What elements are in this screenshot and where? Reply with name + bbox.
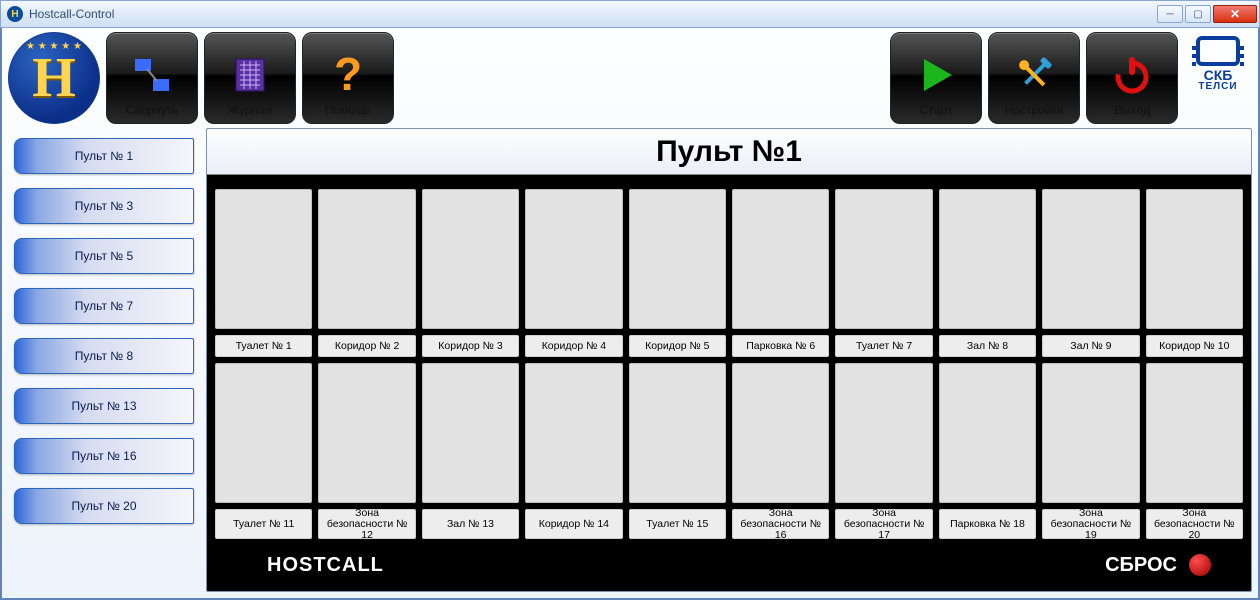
panel-footer: HOSTCALL СБРОС — [207, 545, 1251, 591]
zone-cell[interactable] — [318, 189, 415, 329]
zone-cell[interactable] — [835, 363, 932, 503]
footer-brand: HOSTCALL — [267, 554, 384, 577]
main-frame: ★ ★ ★ ★ ★ H Свернуть — [0, 28, 1260, 600]
zone-label: Зал № 13 — [422, 509, 519, 539]
reset-label: СБРОС — [1105, 554, 1177, 577]
status-led-icon — [1189, 554, 1211, 576]
zone-label: Зона безопасности № 17 — [835, 509, 932, 539]
journal-button[interactable]: Журнал — [204, 32, 296, 124]
help-label: Помощь — [303, 103, 393, 119]
brand-sub: ТЕЛСИ — [1198, 82, 1237, 92]
window-title: Hostcall-Control — [29, 7, 114, 21]
zone-cell[interactable] — [939, 363, 1036, 503]
sidebar-item-pult-7[interactable]: Пульт № 7 — [14, 288, 194, 324]
zone-label: Туалет № 7 — [835, 335, 932, 357]
zone-cell[interactable] — [629, 189, 726, 329]
app-icon: H — [7, 6, 23, 22]
app-logo: ★ ★ ★ ★ ★ H — [8, 32, 100, 124]
journal-label: Журнал — [205, 103, 295, 119]
zone-label: Парковка № 6 — [732, 335, 829, 357]
zone-cell[interactable] — [835, 189, 932, 329]
zone-label: Туалет № 1 — [215, 335, 312, 357]
zone-label: Туалет № 15 — [629, 509, 726, 539]
start-button[interactable]: Старт — [890, 32, 982, 124]
zone-cell[interactable] — [1146, 189, 1243, 329]
zone-cell[interactable] — [629, 363, 726, 503]
zone-label: Зона безопасности № 12 — [318, 509, 415, 539]
zone-label: Коридор № 10 — [1146, 335, 1243, 357]
zone-label: Зона безопасности № 16 — [732, 509, 829, 539]
sidebar-item-pult-8[interactable]: Пульт № 8 — [14, 338, 194, 374]
sidebar-item-pult-16[interactable]: Пульт № 16 — [14, 438, 194, 474]
brand-name: СКБ — [1204, 68, 1233, 82]
zone-cell[interactable] — [215, 363, 312, 503]
sidebar-item-pult-13[interactable]: Пульт № 13 — [14, 388, 194, 424]
zone-label: Коридор № 4 — [525, 335, 622, 357]
zone-label: Зона безопасности № 20 — [1146, 509, 1243, 539]
sidebar: Пульт № 1 Пульт № 3 Пульт № 5 Пульт № 7 … — [8, 128, 198, 592]
zone-label: Коридор № 2 — [318, 335, 415, 357]
brand-logo: СКБ ТЕЛСИ — [1184, 36, 1252, 92]
window-close-button[interactable]: ✕ — [1213, 5, 1257, 23]
zone-label: Туалет № 11 — [215, 509, 312, 539]
toolbar: ★ ★ ★ ★ ★ H Свернуть — [8, 32, 1252, 124]
sidebar-item-pult-3[interactable]: Пульт № 3 — [14, 188, 194, 224]
minimize-button[interactable]: Свернуть — [106, 32, 198, 124]
zone-cell[interactable] — [422, 189, 519, 329]
zone-label: Коридор № 3 — [422, 335, 519, 357]
window-minimize-button[interactable]: ─ — [1157, 5, 1183, 23]
zone-cell[interactable] — [215, 189, 312, 329]
zone-label: Коридор № 14 — [525, 509, 622, 539]
zone-label: Коридор № 5 — [629, 335, 726, 357]
zone-cell[interactable] — [1042, 363, 1139, 503]
zone-cell[interactable] — [939, 189, 1036, 329]
zone-cell[interactable] — [422, 363, 519, 503]
panel-title: Пульт №1 — [207, 129, 1251, 175]
settings-button[interactable]: Настройки — [988, 32, 1080, 124]
main-panel: Пульт №1 Туалет № 1 Коридор № 2 Коридор … — [206, 128, 1252, 592]
zone-label: Парковка № 18 — [939, 509, 1036, 539]
zone-cell[interactable] — [732, 363, 829, 503]
exit-button[interactable]: Выход — [1086, 32, 1178, 124]
sidebar-item-pult-20[interactable]: Пульт № 20 — [14, 488, 194, 524]
zone-label: Зона безопасности № 19 — [1042, 509, 1139, 539]
sidebar-item-pult-1[interactable]: Пульт № 1 — [14, 138, 194, 174]
zone-cell[interactable] — [318, 363, 415, 503]
minimize-label: Свернуть — [107, 103, 197, 119]
zone-cell[interactable] — [525, 363, 622, 503]
start-label: Старт — [891, 103, 981, 119]
help-button[interactable]: ? Помощь — [302, 32, 394, 124]
zone-cell[interactable] — [1146, 363, 1243, 503]
exit-label: Выход — [1087, 103, 1177, 119]
svg-text:?: ? — [334, 50, 362, 100]
titlebar: H Hostcall-Control ─ ▢ ✕ — [0, 0, 1260, 28]
window-maximize-button[interactable]: ▢ — [1185, 5, 1211, 23]
reset-button[interactable]: СБРОС — [1105, 554, 1211, 577]
zone-cell[interactable] — [525, 189, 622, 329]
zone-grid: Туалет № 1 Коридор № 2 Коридор № 3 Корид… — [207, 175, 1251, 545]
zone-label: Зал № 8 — [939, 335, 1036, 357]
sidebar-item-pult-5[interactable]: Пульт № 5 — [14, 238, 194, 274]
zone-cell[interactable] — [732, 189, 829, 329]
settings-label: Настройки — [989, 103, 1079, 119]
zone-label: Зал № 9 — [1042, 335, 1139, 357]
zone-cell[interactable] — [1042, 189, 1139, 329]
